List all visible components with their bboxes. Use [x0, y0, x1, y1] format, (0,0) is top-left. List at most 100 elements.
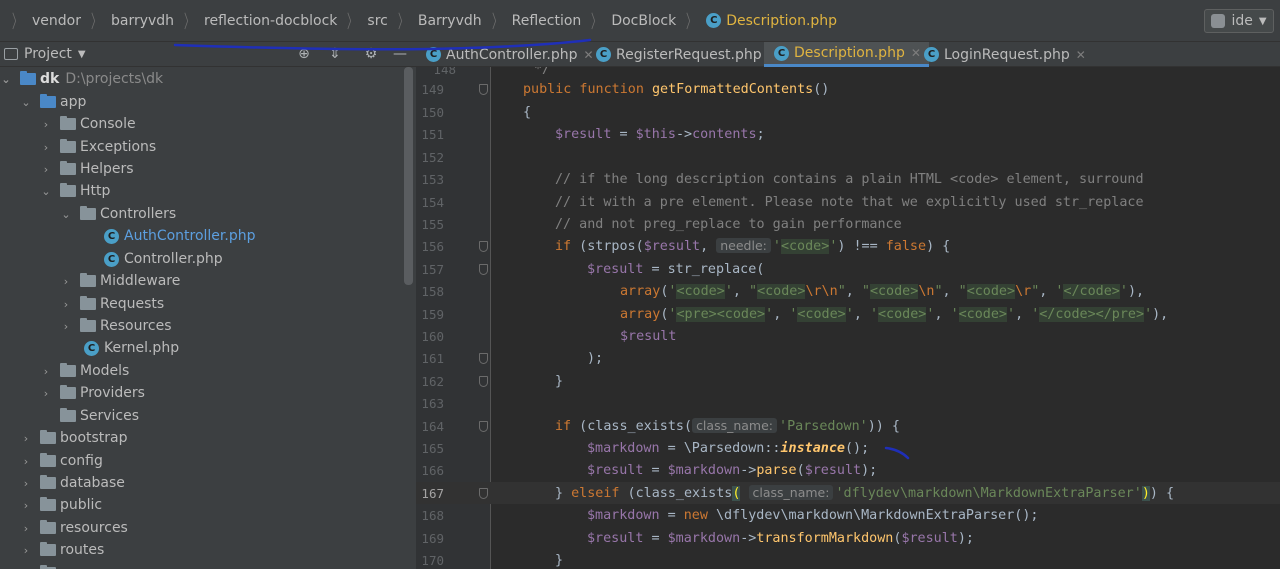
code-line[interactable]: 160 $result: [416, 325, 1280, 347]
tab-description[interactable]: C Description.php ✕: [764, 42, 929, 67]
code-line[interactable]: 150 {: [416, 101, 1280, 123]
chevron-right-icon: 〉: [91, 11, 101, 33]
tree-item-kernel[interactable]: C Kernel.php: [84, 337, 179, 359]
code-line[interactable]: 155 // and not preg_replace to gain perf…: [416, 213, 1280, 235]
tree-item-next[interactable]: ›: [20, 562, 60, 569]
breadcrumb-item-src[interactable]: src: [367, 13, 387, 29]
code-line[interactable]: 158 array('<code>', "<code>\r\n", "<code…: [416, 280, 1280, 302]
fold-marker-icon[interactable]: [479, 487, 488, 499]
code-line-current[interactable]: 167 } elseif (class_exists( class_name: '…: [416, 482, 1280, 504]
tab-login-request[interactable]: C LoginRequest.php ✕: [924, 42, 1086, 67]
breadcrumb-item-reflection-docblock[interactable]: reflection-docblock: [204, 13, 337, 29]
breadcrumb-current-label: Description.php: [726, 12, 838, 29]
code-line[interactable]: 164 if (class_exists(class_name: 'Parsedo…: [416, 415, 1280, 437]
code-line[interactable]: 149 public function getFormattedContents…: [416, 78, 1280, 100]
chevron-down-icon[interactable]: ▼: [78, 49, 86, 60]
code-line[interactable]: 166 $result = $markdown->parse($result);: [416, 459, 1280, 481]
code-line[interactable]: 151 $result = $this->contents;: [416, 123, 1280, 145]
tree-item-label: routes: [60, 542, 105, 558]
tree-item-bootstrap[interactable]: › bootstrap: [20, 427, 128, 449]
code-text: $result = str_replace(: [587, 261, 765, 277]
breadcrumb-item-vendor[interactable]: vendor: [32, 13, 81, 29]
collapse-all-icon[interactable]: ⇕: [327, 46, 343, 62]
close-icon[interactable]: ✕: [1076, 48, 1086, 62]
tree-item-database[interactable]: › database: [20, 472, 125, 494]
editor-tabs: C AuthController.php ✕ C RegisterRequest…: [416, 42, 1280, 67]
chevron-right-icon: ›: [43, 364, 49, 378]
tree-item-http[interactable]: ⌄ Http: [40, 180, 110, 202]
tree-item-controller[interactable]: C Controller.php: [104, 248, 223, 270]
folder-icon: [60, 161, 76, 175]
tree-item-console[interactable]: › Console: [40, 113, 136, 135]
tree-item-root[interactable]: ⌄ dk D:\projects\dk: [0, 68, 163, 90]
code-line[interactable]: 154 // it with a pre element. Please not…: [416, 191, 1280, 213]
chevron-right-icon: ›: [43, 162, 49, 176]
tree-item-auth-controller[interactable]: C AuthController.php: [104, 225, 256, 247]
tree-item-requests[interactable]: › Requests: [60, 293, 164, 315]
tree-item-label: Services: [80, 408, 140, 424]
fold-marker-icon[interactable]: [479, 240, 488, 252]
tree-item-resources[interactable]: › resources: [20, 517, 128, 539]
code-line[interactable]: 156 if (strpos($result, needle: '<code>')…: [416, 235, 1280, 257]
code-editor[interactable]: 148 */ 149 public function getFormattedC…: [416, 67, 1280, 569]
code-line[interactable]: 163: [416, 392, 1280, 414]
gear-icon[interactable]: ⚙: [363, 46, 379, 62]
code-line[interactable]: 162 }: [416, 370, 1280, 392]
breadcrumb-item-docblock[interactable]: DocBlock: [611, 13, 676, 29]
tree-item-app[interactable]: ⌄ app: [20, 91, 86, 113]
param-hint: class_name:: [692, 418, 778, 433]
code-line[interactable]: 159 array('<pre><code>', '<code>', '<cod…: [416, 303, 1280, 325]
tab-register-request[interactable]: C RegisterRequest.php ✕: [596, 42, 778, 67]
code-line[interactable]: 152: [416, 146, 1280, 168]
code-line[interactable]: 161 );: [416, 347, 1280, 369]
tree-item-helpers[interactable]: › Helpers: [40, 158, 134, 180]
breadcrumb-item-current-file[interactable]: C Description.php: [706, 13, 837, 29]
config-icon: [1211, 14, 1226, 28]
folder-icon: [60, 139, 76, 153]
tree-item-models[interactable]: › Models: [40, 360, 129, 382]
project-panel-label[interactable]: Project: [24, 46, 72, 62]
chevron-right-icon: 〉: [397, 11, 408, 33]
fold-marker-icon[interactable]: [479, 375, 488, 387]
tree-item-resources-http[interactable]: › Resources: [60, 315, 172, 337]
tree-item-label: Exceptions: [80, 139, 157, 155]
breadcrumb-item-barryvdh[interactable]: barryvdh: [111, 13, 174, 29]
tree-item-config[interactable]: › config: [20, 450, 103, 472]
line-number: 155: [421, 216, 444, 232]
run-config-button[interactable]: ide ▼: [1204, 9, 1274, 33]
tree-item-providers[interactable]: › Providers: [40, 382, 145, 404]
tree-item-middleware[interactable]: › Middleware: [60, 270, 180, 292]
code-line[interactable]: 168 $markdown = new \dflydev\markdown\Ma…: [416, 504, 1280, 526]
code-line[interactable]: 165 $markdown = \Parsedown::instance();: [416, 437, 1280, 459]
fold-marker-icon[interactable]: [479, 83, 488, 95]
fold-marker-icon[interactable]: [479, 420, 488, 432]
code-line[interactable]: 157 $result = str_replace(: [416, 258, 1280, 280]
close-icon[interactable]: ✕: [584, 48, 594, 62]
locate-icon[interactable]: ⊕: [296, 46, 312, 62]
code-line[interactable]: 153 // if the long description contains …: [416, 168, 1280, 190]
project-icon: [4, 48, 18, 60]
code-line[interactable]: 170 }: [416, 549, 1280, 569]
tree-item-exceptions[interactable]: › Exceptions: [40, 136, 156, 158]
close-icon[interactable]: ✕: [911, 46, 921, 60]
code-text: */: [534, 67, 551, 77]
code-text: $result: [620, 328, 677, 344]
code-line[interactable]: 169 $result = $markdown->transformMarkdo…: [416, 527, 1280, 549]
tree-item-routes[interactable]: › routes: [20, 539, 104, 561]
tree-scrollbar[interactable]: [404, 67, 413, 285]
breadcrumb-item-reflection[interactable]: Reflection: [512, 13, 582, 29]
folder-icon: [60, 183, 76, 197]
breadcrumb: 〉 vendor 〉 barryvdh 〉 reflection-docbloc…: [0, 0, 1280, 42]
line-number: 165: [421, 440, 444, 456]
tab-auth-controller[interactable]: C AuthController.php ✕: [426, 42, 594, 67]
tree-item-services[interactable]: Services: [60, 405, 139, 427]
line-number: 164: [421, 418, 444, 434]
tree-item-controllers[interactable]: ⌄ Controllers: [60, 203, 176, 225]
minimize-icon[interactable]: —: [392, 46, 408, 62]
line-number: 156: [421, 238, 444, 254]
tree-item-public[interactable]: › public: [20, 494, 102, 516]
fold-marker-icon[interactable]: [479, 263, 488, 275]
breadcrumb-item-barryvdh-ns[interactable]: Barryvdh: [418, 13, 482, 29]
chevron-right-icon: ›: [43, 117, 49, 131]
fold-marker-icon[interactable]: [479, 352, 488, 364]
